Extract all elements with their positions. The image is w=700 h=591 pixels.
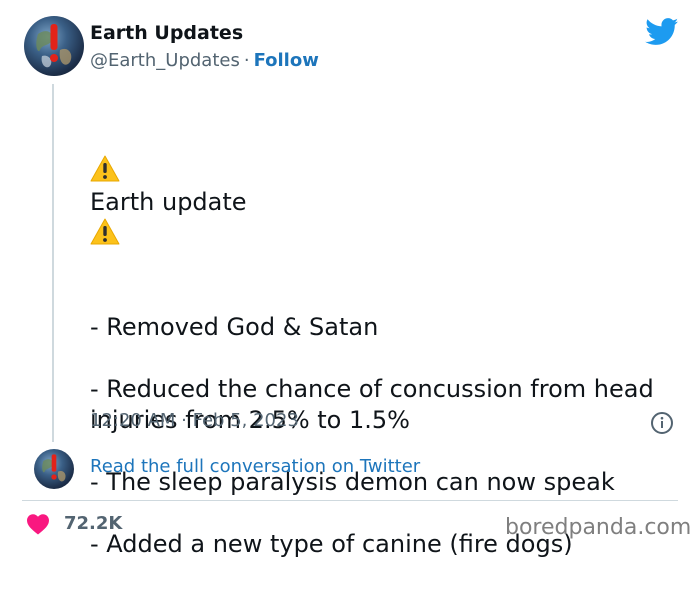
- earth-avatar-image: [42, 454, 66, 482]
- warning-icon: [90, 218, 120, 245]
- avatar[interactable]: [24, 16, 84, 76]
- separator-dot: ·: [243, 50, 250, 71]
- tweet-headline-text: Earth update: [90, 188, 247, 216]
- tweet-headline: Earth update: [90, 124, 670, 250]
- author-handle[interactable]: @Earth_Updates: [90, 50, 240, 71]
- watermark: boredpanda.com: [505, 515, 692, 540]
- read-conversation-link[interactable]: Read the full conversation on Twitter: [90, 456, 420, 477]
- earth-avatar-image: [36, 24, 72, 68]
- follow-button[interactable]: Follow: [254, 50, 319, 71]
- author-name[interactable]: Earth Updates: [90, 22, 243, 44]
- heart-icon[interactable]: [26, 513, 50, 535]
- divider: [22, 500, 678, 501]
- tweet-timestamp[interactable]: 12:20 AM · Feb 5, 2023: [90, 410, 299, 431]
- avatar-small[interactable]: [34, 449, 74, 489]
- tweet-card: Earth Updates @Earth_Updates · Follow Eart…: [0, 0, 700, 558]
- warning-icon: [90, 155, 120, 182]
- info-icon[interactable]: [650, 411, 674, 435]
- twitter-bird-icon[interactable]: [645, 18, 679, 46]
- like-count[interactable]: 72.2K: [64, 513, 122, 534]
- author-handle-row: @Earth_Updates · Follow: [90, 50, 319, 71]
- thread-line: [52, 84, 54, 442]
